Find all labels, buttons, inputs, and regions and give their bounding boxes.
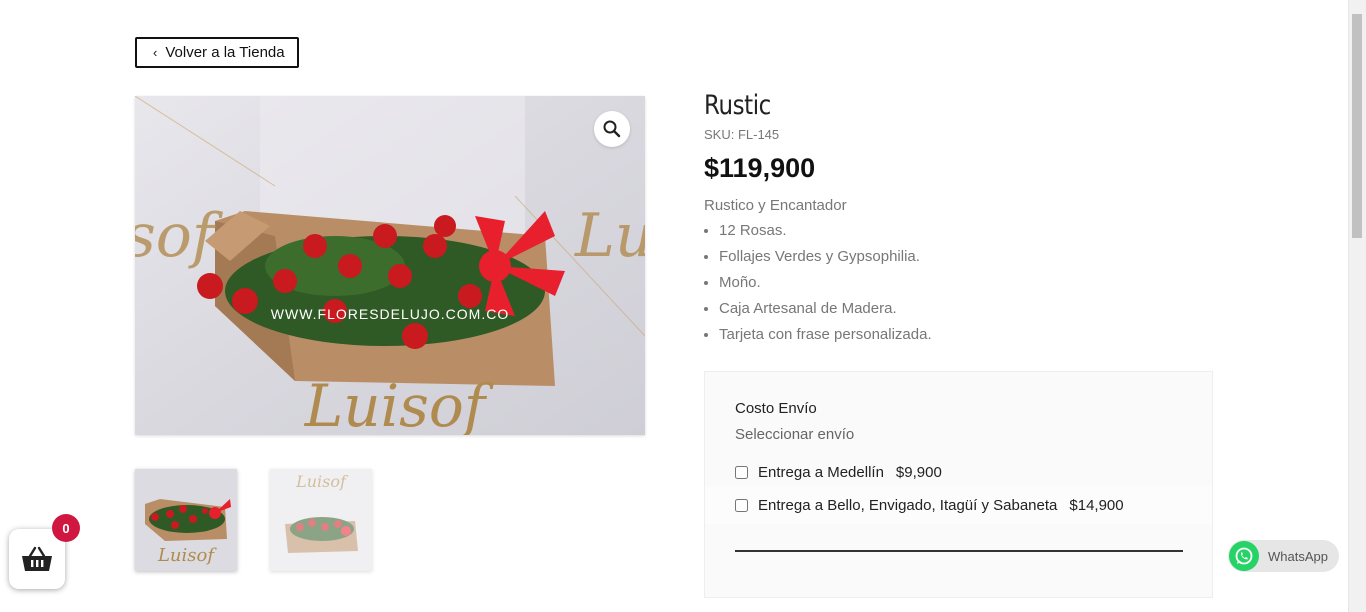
back-to-shop-label: Volver a la Tienda [165, 44, 285, 61]
feature-item: Follajes Verdes y Gypsophilia. [719, 247, 932, 273]
page-scrollbar[interactable] [1348, 0, 1366, 612]
image-logo-text: Luisof [304, 372, 495, 435]
thumbnail-1[interactable]: Luisof [135, 469, 237, 571]
shipping-checkbox-medellin[interactable] [735, 466, 748, 479]
shipping-option-price: $9,900 [895, 464, 942, 481]
product-main-image[interactable]: WWW.FLORESDELUJO.COM.CO Luisof sof Lu [135, 96, 645, 435]
whatsapp-button[interactable]: WhatsApp [1228, 540, 1339, 572]
shipping-checkbox-metro[interactable] [735, 499, 748, 512]
zoom-button[interactable] [594, 111, 630, 147]
chevron-left-icon: ‹ [153, 45, 158, 60]
feature-list: 12 Rosas. Follajes Verdes y Gypsophilia.… [704, 221, 932, 351]
shipping-title: Costo Envío [735, 400, 817, 417]
feature-item: Caja Artesanal de Madera. [719, 299, 932, 325]
back-to-shop-button[interactable]: ‹ Volver a la Tienda [135, 37, 299, 68]
product-price: $119,900 [704, 153, 816, 183]
magnifier-icon [603, 120, 621, 138]
svg-text:Lu: Lu [574, 201, 645, 271]
cart-count-badge: 0 [52, 514, 80, 542]
shipping-option-label: Entrega a Bello, Envigado, Itagüí y Saba… [758, 497, 1058, 514]
svg-text:sof: sof [135, 201, 224, 271]
shipping-option-label: Entrega a Medellín [758, 464, 884, 481]
whatsapp-icon [1229, 541, 1259, 571]
thumbnail-2[interactable]: Luisof [270, 469, 372, 571]
shipping-select-label: Seleccionar envío [735, 426, 855, 443]
image-watermark-text: WWW.FLORESDELUJO.COM.CO [271, 306, 509, 322]
shipping-divider [735, 550, 1183, 552]
svg-text:Luisof: Luisof [157, 545, 217, 566]
basket-icon [22, 546, 52, 571]
shipping-option-medellin[interactable]: Entrega a Medellín $9,900 [735, 464, 942, 481]
feature-item: 12 Rosas. [719, 221, 932, 247]
feature-item: Tarjeta con frase personalizada. [719, 325, 932, 351]
whatsapp-label: WhatsApp [1268, 548, 1328, 564]
product-description: Rustico y Encantador [704, 197, 847, 214]
svg-text:Luisof: Luisof [295, 472, 349, 491]
product-title: Rustic [704, 90, 771, 121]
shipping-option-price: $14,900 [1069, 497, 1124, 514]
shipping-option-metro[interactable]: Entrega a Bello, Envigado, Itagüí y Saba… [735, 497, 1124, 514]
feature-item: Moño. [719, 273, 932, 299]
product-sku: SKU: FL-145 [704, 127, 780, 142]
scrollbar-thumb[interactable] [1352, 14, 1362, 238]
